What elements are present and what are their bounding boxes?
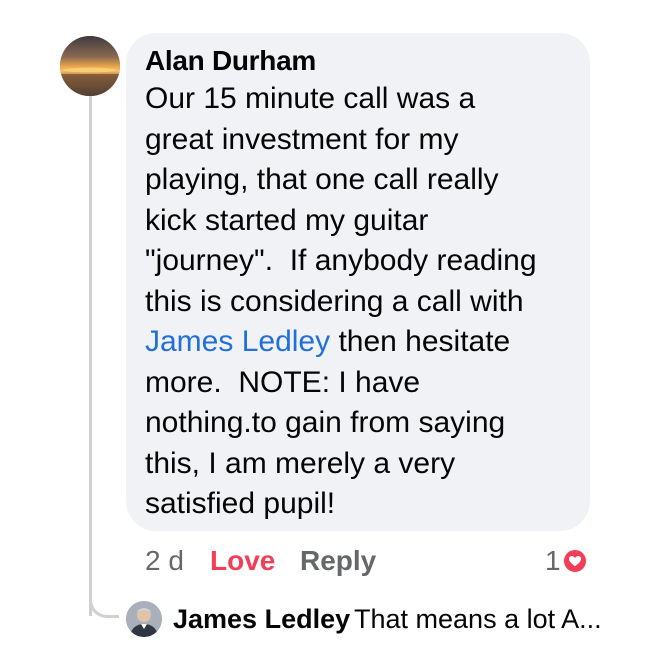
profile-avatar-icon — [126, 601, 162, 637]
reply-text[interactable]: That means a lot A... — [354, 601, 602, 637]
comment-line: more. NOTE: I have — [145, 365, 421, 399]
comment-line: nothing.to gain from saying — [145, 406, 506, 439]
comment-bubble: Alan Durham Our 15 minute call was a gre… — [126, 33, 590, 531]
reaction-count: 1 — [545, 545, 561, 576]
sunset-avatar-icon — [60, 36, 120, 96]
comment-line: then hesitate — [330, 325, 511, 358]
reply-author[interactable]: James Ledley — [173, 601, 350, 637]
love-button[interactable]: Love — [210, 543, 275, 579]
comment-line: playing, that one call really — [145, 163, 499, 196]
reply-preview[interactable]: James Ledley That means a lot A... — [126, 599, 606, 639]
comment-line: this, I am merely a very — [145, 446, 456, 480]
reply-avatar[interactable] — [126, 601, 162, 637]
commenter-avatar[interactable] — [60, 36, 120, 96]
thread-connector — [89, 592, 119, 618]
thread-line — [89, 96, 92, 616]
reply-button[interactable]: Reply — [300, 543, 376, 579]
mention-link[interactable]: James Ledley — [145, 325, 330, 358]
comment-line: satisfied pupil! — [145, 487, 336, 520]
timestamp[interactable]: 2 d — [145, 543, 184, 579]
comment-line: "journey". If anybody reading — [145, 244, 537, 277]
comment-text: Our 15 minute call was a great investmen… — [145, 79, 590, 525]
reaction-summary[interactable]: 1 — [545, 543, 587, 579]
comment-line: great investment for my — [145, 122, 459, 156]
comment-line: Our 15 minute call was a — [145, 82, 476, 115]
comment-line: this is considering a call with — [145, 284, 524, 318]
comment-author[interactable]: Alan Durham — [145, 43, 590, 79]
heart-icon — [562, 549, 587, 573]
comment-line: kick started my guitar — [145, 203, 429, 237]
